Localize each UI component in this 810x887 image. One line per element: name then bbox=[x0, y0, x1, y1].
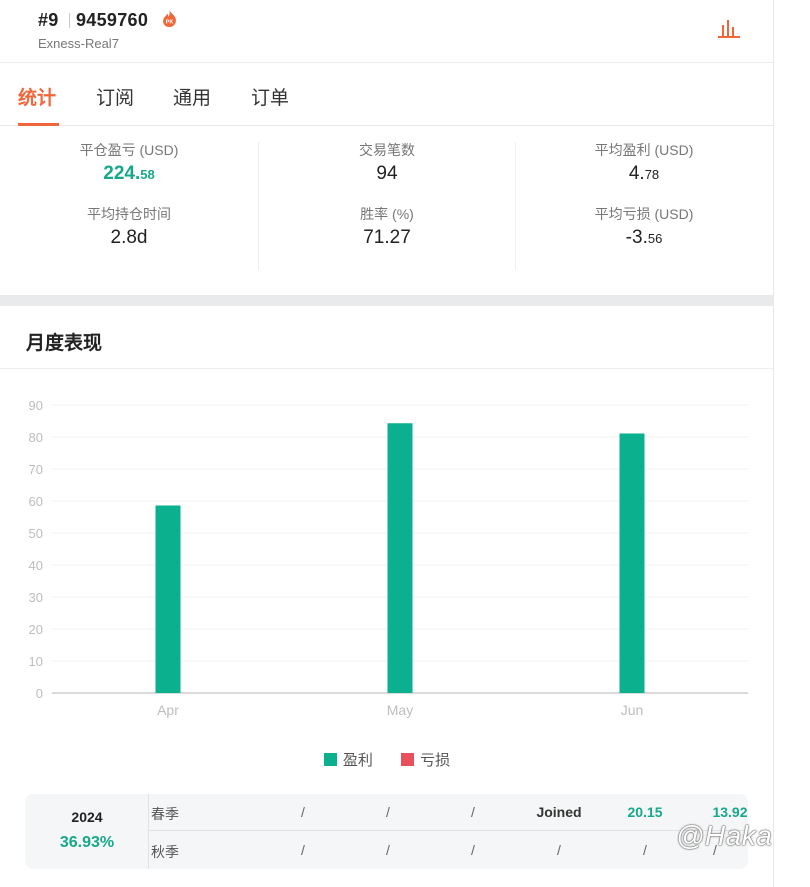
account-panel: #9 9459760 PK Exness-Real7 统计 订阅 通用 订单 平… bbox=[0, 0, 774, 887]
season-cell-joined: Joined bbox=[536, 804, 582, 820]
legend-swatch-profit bbox=[323, 753, 337, 766]
tab-stats[interactable]: 统计 bbox=[18, 83, 56, 110]
bar-may bbox=[387, 423, 413, 693]
stats-column-3: 平均盈利 (USD) 4.78 平均亏损 (USD) -3.56 bbox=[515, 140, 773, 270]
season-cell: / bbox=[386, 804, 390, 820]
y-tick-label: 30 bbox=[29, 590, 43, 605]
y-tick-label: 40 bbox=[29, 558, 43, 573]
y-tick-label: 80 bbox=[29, 430, 43, 445]
x-tick-label: Apr bbox=[157, 702, 179, 718]
year-summary: 2024 36.93% bbox=[25, 794, 149, 869]
stats-column-1: 平仓盈亏 (USD) 224.58 平均持仓时间 2.8d bbox=[0, 140, 258, 270]
stat-value-avg-hold: 2.8d bbox=[110, 227, 148, 248]
header-divider bbox=[69, 13, 70, 28]
season-cell: 20.15 bbox=[627, 804, 663, 820]
stat-value-avg-profit: 4.78 bbox=[628, 163, 660, 184]
stats-column-2: 交易笔数 94 胜率 (%) 71.27 bbox=[258, 140, 516, 270]
stat-value-win-rate: 71.27 bbox=[363, 227, 411, 248]
yearly-returns-card: 2024 36.93% 春季 / / / Joined 20.15 13.92 … bbox=[25, 794, 748, 869]
y-tick-label: 70 bbox=[29, 462, 43, 477]
account-id: 9459760 bbox=[76, 10, 149, 30]
legend-label-loss: 亏损 bbox=[420, 752, 451, 769]
y-tick-label: 50 bbox=[29, 526, 43, 541]
y-tick-label: 0 bbox=[36, 686, 43, 701]
legend-item-profit[interactable]: 盈利 bbox=[323, 749, 373, 770]
season-cell: / bbox=[643, 842, 647, 858]
y-tick-label: 60 bbox=[29, 494, 43, 509]
chart-svg: 0 10 20 30 40 50 60 70 80 90 Apr May Jun bbox=[29, 398, 748, 718]
season-row-spring: 春季 / / / Joined 20.15 13.92 bbox=[149, 794, 748, 831]
tab-bar: 统计 订阅 通用 订单 bbox=[0, 63, 774, 126]
bar-jun bbox=[619, 433, 645, 693]
y-tick-label: 20 bbox=[29, 622, 43, 637]
season-cell: / bbox=[557, 842, 561, 858]
season-cell: / bbox=[386, 842, 390, 858]
x-tick-label: Jun bbox=[621, 702, 644, 718]
season-label: 春季 bbox=[151, 806, 179, 822]
section-divider bbox=[0, 368, 774, 369]
stat-label: 平均持仓时间 bbox=[87, 206, 171, 222]
season-cell: / bbox=[301, 842, 305, 858]
stat-label: 胜率 (%) bbox=[360, 206, 414, 222]
tab-orders[interactable]: 订单 bbox=[251, 83, 289, 110]
bar-apr bbox=[155, 505, 181, 693]
watermark: @Haka bbox=[676, 820, 773, 851]
rank-label: #9 bbox=[38, 10, 59, 30]
server-name: Exness-Real7 bbox=[38, 36, 119, 51]
stat-value-trade-count: 94 bbox=[376, 163, 398, 184]
legend-item-loss[interactable]: 亏损 bbox=[401, 749, 450, 770]
chart-legend: 盈利 亏损 bbox=[0, 749, 774, 771]
section-separator bbox=[0, 295, 774, 306]
right-gutter bbox=[774, 0, 810, 887]
section-title-monthly: 月度表现 bbox=[26, 333, 103, 354]
bar-chart-icon[interactable] bbox=[716, 16, 742, 40]
tab-general[interactable]: 通用 bbox=[173, 83, 211, 110]
year-label: 2024 bbox=[71, 809, 103, 825]
monthly-bar-chart: 0 10 20 30 40 50 60 70 80 90 Apr May Jun bbox=[0, 380, 774, 730]
stat-label: 平均亏损 (USD) bbox=[594, 206, 694, 222]
season-cell: / bbox=[301, 804, 305, 820]
account-header: #9 9459760 PK Exness-Real7 bbox=[0, 0, 774, 63]
season-row-autumn: 秋季 / / / / / / bbox=[149, 832, 748, 869]
season-cell: / bbox=[471, 804, 475, 820]
stat-label: 交易笔数 bbox=[359, 142, 415, 158]
fire-pk-icon: PK bbox=[162, 10, 177, 27]
legend-swatch-loss bbox=[401, 753, 415, 766]
year-return-pct: 36.93% bbox=[59, 834, 115, 851]
svg-text:PK: PK bbox=[166, 20, 174, 26]
y-tick-label: 10 bbox=[29, 654, 43, 669]
stat-label: 平仓盈亏 (USD) bbox=[79, 142, 179, 158]
y-tick-label: 90 bbox=[29, 398, 43, 413]
x-tick-label: May bbox=[387, 702, 413, 718]
tab-subscribe[interactable]: 订阅 bbox=[96, 83, 134, 110]
season-label: 秋季 bbox=[151, 844, 179, 860]
stat-value-avg-loss: -3.56 bbox=[625, 227, 663, 248]
stat-value-closed-pnl: 224.58 bbox=[103, 163, 155, 184]
season-cell: 13.92 bbox=[712, 804, 748, 820]
stats-grid: 平仓盈亏 (USD) 224.58 平均持仓时间 2.8d 交易笔数 94 胜率… bbox=[0, 126, 774, 296]
legend-label-profit: 盈利 bbox=[342, 752, 373, 769]
season-cell: / bbox=[471, 842, 475, 858]
stat-label: 平均盈利 (USD) bbox=[594, 142, 694, 158]
